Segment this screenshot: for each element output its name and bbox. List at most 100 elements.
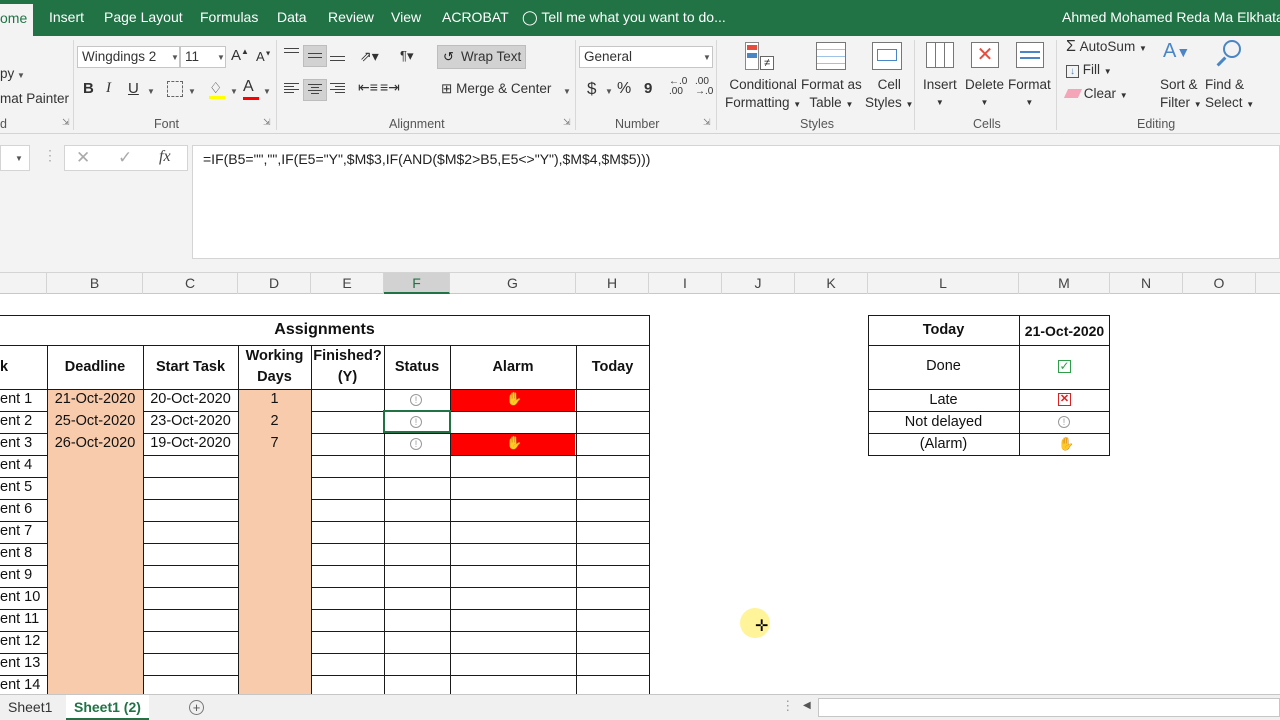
italic-button[interactable]: I [106,80,111,97]
column-header-N[interactable]: N [1110,273,1183,294]
align-center-icon[interactable] [303,79,327,101]
user-name[interactable]: Ahmed Mohamed Reda Ma Elkhatat [1062,9,1280,25]
column-header-I[interactable]: I [649,273,722,294]
column-header-H[interactable]: H [576,273,649,294]
deadline-cell[interactable]: 26-Oct-2020 [47,433,143,454]
task-name-cell[interactable]: ent 2 [0,411,47,432]
working-days-cell[interactable]: 2 [238,411,311,432]
name-box-caret-icon[interactable]: ▼ [15,154,23,163]
top-align-icon[interactable] [284,48,299,56]
font-name-combo[interactable]: Wingdings 2 [77,46,180,68]
fill-button[interactable]: ↓ Fill ▼ [1066,62,1112,78]
confirm-entry-icon[interactable]: ✓ [118,148,132,168]
task-name-cell[interactable]: ent 7 [0,521,47,542]
working-days-cell[interactable]: 1 [238,389,311,410]
middle-align-icon[interactable] [303,45,327,67]
format-as-table-button[interactable]: Format as Table ▼ [801,76,862,114]
percent-button[interactable]: % [617,80,631,98]
align-right-icon[interactable] [330,83,345,93]
column-header-G[interactable]: G [450,273,576,294]
copy-caret-icon[interactable]: ▼ [17,71,25,80]
column-header-K[interactable]: K [795,273,868,294]
find-select-button[interactable]: Find & Select ▼ [1205,76,1254,114]
column-header-M[interactable]: M [1019,273,1110,294]
task-name-cell[interactable]: ent 1 [0,389,47,410]
font-launcher-icon[interactable]: ⇲ [263,117,271,128]
column-header-L[interactable]: L [868,273,1019,294]
deadline-cell[interactable]: 25-Oct-2020 [47,411,143,432]
tab-view[interactable]: View [391,9,421,25]
column-header-A[interactable] [0,273,47,294]
task-name-cell[interactable]: ent 3 [0,433,47,454]
wrap-text-button[interactable]: ↺ Wrap Text [437,45,526,69]
number-format-combo[interactable]: General [579,46,713,68]
task-name-cell[interactable]: ent 5 [0,477,47,498]
task-name-cell[interactable]: ent 8 [0,543,47,564]
insert-cells-button[interactable]: Insert ▼ [923,76,957,112]
format-cells-button[interactable]: Format ▼ [1008,76,1051,112]
number-format-caret-icon[interactable]: ▼ [703,53,711,62]
text-direction-icon[interactable]: ¶▾ [400,48,414,64]
task-name-cell[interactable]: ent 12 [0,631,47,652]
task-name-cell[interactable]: ent 11 [0,609,47,630]
delete-cells-button[interactable]: Delete ▼ [965,76,1004,112]
task-name-cell[interactable]: ent 10 [0,587,47,608]
column-header-E[interactable]: E [311,273,384,294]
column-header-J[interactable]: J [722,273,795,294]
autosum-button[interactable]: Σ AutoSum ▼ [1066,38,1147,56]
font-size-caret-icon[interactable]: ▼ [217,53,225,62]
horizontal-scrollbar[interactable] [818,698,1280,717]
orientation-icon[interactable]: ⇗▾ [360,48,379,65]
tab-home[interactable]: ome [0,4,34,36]
merge-center-button[interactable]: ⊞ Merge & Center [441,81,551,97]
start-task-cell[interactable]: 20-Oct-2020 [143,389,238,410]
tab-splitter-icon[interactable]: ⋮ [781,698,795,714]
fill-color-caret-icon[interactable]: ▼ [230,87,238,96]
column-header-D[interactable]: D [238,273,311,294]
insert-function-icon[interactable]: fx [159,148,171,166]
deadline-cell[interactable]: 21-Oct-2020 [47,389,143,410]
active-cell-selection[interactable] [383,410,451,433]
tab-review[interactable]: Review [328,9,374,25]
shrink-font-icon[interactable]: A▼ [256,49,272,64]
font-color-caret-icon[interactable]: ▼ [263,87,271,96]
start-task-cell[interactable]: 23-Oct-2020 [143,411,238,432]
tab-page-layout[interactable]: Page Layout [104,9,183,25]
decrease-decimal-icon[interactable]: .00 →.0 [695,77,713,97]
merge-caret-icon[interactable]: ▼ [563,87,571,96]
alignment-launcher-icon[interactable]: ⇲ [563,117,571,128]
format-painter-button[interactable]: mat Painter [0,91,69,106]
font-name-caret-icon[interactable]: ▼ [171,53,179,62]
working-days-cell[interactable]: 7 [238,433,311,454]
task-name-cell[interactable]: ent 13 [0,653,47,674]
grow-font-icon[interactable]: A▲ [231,47,249,64]
underline-button[interactable]: U [128,80,139,97]
column-header-F[interactable]: F [384,273,450,294]
start-task-cell[interactable]: 19-Oct-2020 [143,433,238,454]
currency-button[interactable]: $ [587,79,596,99]
bold-button[interactable]: B [83,80,94,97]
cell-styles-button[interactable]: Cell Styles ▼ [865,76,913,114]
formula-bar-splitter-icon[interactable]: ⋮ [43,147,57,164]
comma-button[interactable]: 9 [644,80,652,97]
sheet-tab-sheet1-2[interactable]: Sheet1 (2) [66,695,149,720]
clear-button[interactable]: Clear ▼ [1063,86,1128,101]
increase-decimal-icon[interactable]: ←.0.00 [669,77,687,97]
column-header-B[interactable]: B [47,273,143,294]
decrease-indent-icon[interactable]: ⇤≡ [358,79,378,96]
borders-caret-icon[interactable]: ▼ [188,87,196,96]
task-name-cell[interactable]: ent 14 [0,675,47,694]
copy-button[interactable]: py [0,66,14,81]
borders-icon[interactable] [167,81,183,97]
fill-color-icon[interactable]: ♢ [209,79,225,99]
bottom-align-icon[interactable] [330,56,345,61]
new-sheet-icon[interactable]: + [189,700,204,715]
worksheet-grid[interactable]: Assignments k Deadline Start Task Workin… [0,294,1280,694]
number-launcher-icon[interactable]: ⇲ [703,117,711,128]
tab-formulas[interactable]: Formulas [200,9,258,25]
task-name-cell[interactable]: ent 6 [0,499,47,520]
tab-insert[interactable]: Insert [49,9,84,25]
tell-me-search[interactable]: ◯ Tell me what you want to do... [522,9,726,26]
tab-acrobat[interactable]: ACROBAT [442,9,509,25]
scroll-left-icon[interactable]: ◀ [803,700,811,711]
